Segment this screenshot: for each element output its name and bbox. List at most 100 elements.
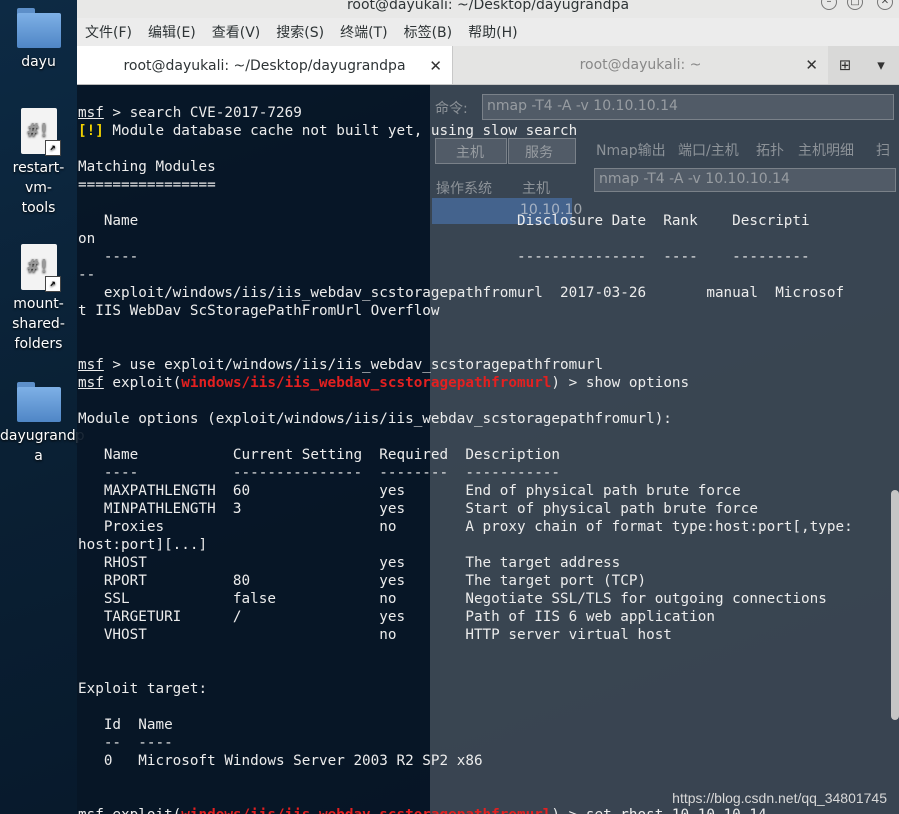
desktop-icon-label: dayugrandp a: [0, 428, 85, 464]
terminal-line: -- ----: [78, 734, 853, 752]
tab-bar: root@dayukali: ~/Desktop/dayugrandpa ✕ r…: [77, 46, 899, 85]
menu-edit[interactable]: 编辑(E): [140, 22, 204, 42]
menu-help[interactable]: 帮助(H): [460, 22, 525, 42]
menu-search[interactable]: 搜索(S): [268, 22, 332, 42]
terminal-text: windows/iis/iis_webdav_scstoragepathfrom…: [181, 375, 552, 391]
terminal-line: --: [78, 266, 853, 284]
scrollbar[interactable]: [891, 490, 899, 720]
terminal-text: msf: [78, 357, 104, 373]
tab-close-icon[interactable]: ✕: [429, 57, 442, 75]
terminal-line: t IIS WebDav ScStoragePathFromUrl Overfl…: [78, 302, 853, 320]
terminal-text: msf: [78, 375, 104, 391]
terminal-text: ---- --------------- ---- ---------: [78, 249, 810, 265]
terminal-line: ---- --------------- -------- ----------…: [78, 464, 853, 482]
terminal-text: windows/iis/iis_webdav_scstoragepathfrom…: [181, 807, 551, 814]
terminal-text: MAXPATHLENGTH 60 yes End of physical pat…: [78, 483, 741, 499]
new-tab-icon[interactable]: ⊞: [827, 56, 863, 74]
tab-home[interactable]: root@dayukali: ~ ✕: [452, 46, 828, 84]
menubar: 文件(F) 编辑(E) 查看(V) 搜索(S) 终端(T) 标签(B) 帮助(H…: [77, 18, 899, 46]
chevron-down-icon[interactable]: ▾: [863, 56, 899, 74]
terminal-text: Module options (exploit/windows/iis/iis_…: [78, 411, 672, 427]
terminal-text: -- ----: [78, 735, 173, 751]
desktop-icon-mount-shared-folders[interactable]: #! ↗ mount- shared- folders: [0, 244, 77, 354]
terminal-text: --: [78, 267, 96, 283]
desktop-icon-label: restart-vm- tools: [12, 160, 65, 216]
tab-label: root@dayukali: ~: [579, 57, 702, 73]
desktop-icon-restart-vm-tools[interactable]: #! ↗ restart-vm- tools: [0, 108, 77, 218]
terminal-output-area[interactable]: msf > search CVE-2017-7269 [!] Module dat…: [77, 84, 899, 814]
terminal-line: msf exploit(windows/iis/iis_webdav_scsto…: [78, 806, 853, 814]
terminal-text: exploit/windows/iis/iis_webdav_scstorage…: [78, 285, 845, 301]
terminal-line: [!] Module database cache not built yet,…: [78, 122, 853, 140]
menu-file[interactable]: 文件(F): [77, 22, 140, 42]
terminal-line: ================: [78, 176, 853, 194]
terminal-line: Matching Modules: [78, 158, 853, 176]
terminal-text: 0 Microsoft Windows Server 2003 R2 SP2 x…: [78, 753, 483, 769]
terminal-line: Id Name: [78, 716, 853, 734]
terminal-line: exploit/windows/iis/iis_webdav_scstorage…: [78, 284, 853, 302]
terminal-line: MINPATHLENGTH 3 yes Start of physical pa…: [78, 500, 853, 518]
terminal-text: Module database cache not built yet, usi…: [103, 123, 578, 139]
desktop-icon-label: dayu: [21, 54, 56, 70]
desktop-icon-dayugrandpa[interactable]: dayugrandp a: [0, 382, 85, 466]
tab-tools: ⊞ ▾: [827, 46, 899, 84]
watermark: https://blog.csdn.net/qq_34801745: [672, 790, 887, 806]
terminal-line: VHOST no HTTP server virtual host: [78, 626, 853, 644]
terminal-line: Module options (exploit/windows/iis/iis_…: [78, 410, 853, 428]
terminal-text: RPORT 80 yes The target port (TCP): [78, 573, 647, 589]
close-icon[interactable]: ✕: [877, 0, 893, 10]
terminal-text: > use exploit/windows/iis/iis_webdav_scs…: [103, 357, 604, 373]
terminal-text: on: [78, 231, 96, 247]
terminal-text: [!]: [78, 123, 104, 139]
terminal-text: msf: [78, 807, 104, 814]
folder-icon: [16, 8, 61, 48]
terminal-line: RHOST yes The target address: [78, 554, 853, 572]
menu-view[interactable]: 查看(V): [204, 22, 269, 42]
tab-dayugrandpa[interactable]: root@dayukali: ~/Desktop/dayugrandpa ✕: [77, 46, 452, 84]
terminal-line: on: [78, 230, 853, 248]
terminal-line: Name Current Setting Required Descriptio…: [78, 446, 853, 464]
tab-close-icon[interactable]: ✕: [805, 56, 818, 74]
terminal-text: ---- --------------- -------- ----------…: [78, 465, 561, 481]
terminal-text: SSL false no Negotiate SSL/TLS for outgo…: [78, 591, 827, 607]
minimize-icon[interactable]: –: [821, 0, 837, 10]
terminal-text: exploit(: [104, 807, 181, 814]
terminal-text: VHOST no HTTP server virtual host: [78, 627, 672, 643]
terminal-text: ) > set rhost 10.10.10.14: [551, 807, 766, 814]
desktop-icon-dayu[interactable]: dayu: [0, 8, 77, 72]
script-file-icon: #! ↗: [20, 244, 61, 292]
terminal-text: Name Disclosure Date Rank Descripti: [78, 213, 810, 229]
terminal-text: MINPATHLENGTH 3 yes Start of physical pa…: [78, 501, 758, 517]
terminal-line: SSL false no Negotiate SSL/TLS for outgo…: [78, 590, 853, 608]
menu-terminal[interactable]: 终端(T): [332, 22, 395, 42]
window-title: root@dayukali: ~/Desktop/dayugrandpa: [346, 0, 630, 13]
terminal-line: msf > use exploit/windows/iis/iis_webdav…: [78, 356, 853, 374]
terminal-line: RPORT 80 yes The target port (TCP): [78, 572, 853, 590]
terminal-text: msf: [78, 105, 104, 121]
menu-tabs[interactable]: 标签(B): [396, 22, 461, 42]
desktop-icon-label: mount- shared- folders: [12, 296, 65, 352]
terminal-text: host:port][...]: [78, 537, 208, 553]
maximize-icon[interactable]: □: [847, 0, 863, 10]
terminal-line: 0 Microsoft Windows Server 2003 R2 SP2 x…: [78, 752, 853, 770]
folder-icon: [16, 382, 61, 422]
terminal-line: ---- --------------- ---- ---------: [78, 248, 853, 266]
terminal-text: Matching Modules: [78, 159, 216, 175]
terminal-text: > search CVE-2017-7269: [103, 105, 302, 121]
terminal-text: TARGETURI / yes Path of IIS 6 web applic…: [78, 609, 715, 625]
terminal-line: Proxies no A proxy chain of format type:…: [78, 518, 853, 536]
terminal-line: TARGETURI / yes Path of IIS 6 web applic…: [78, 608, 853, 626]
window-titlebar[interactable]: root@dayukali: ~/Desktop/dayugrandpa – □…: [77, 0, 899, 18]
terminal-text: Name Current Setting Required Descriptio…: [78, 447, 561, 463]
terminal-window: root@dayukali: ~/Desktop/dayugrandpa – □…: [77, 0, 899, 814]
terminal-text: ================: [78, 177, 216, 193]
